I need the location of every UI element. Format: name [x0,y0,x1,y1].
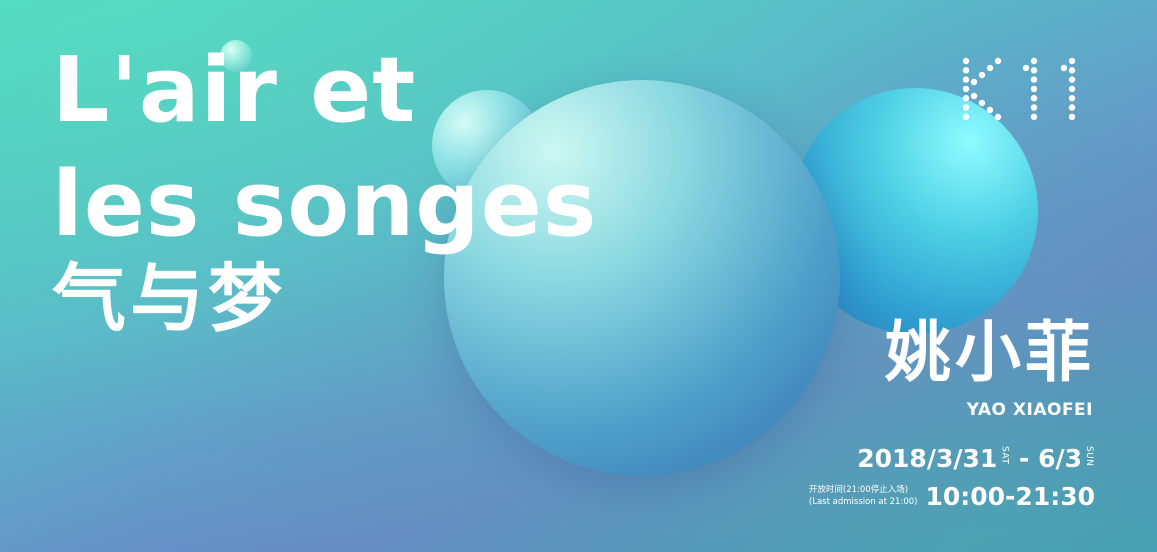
logo-dot [962,76,970,83]
logo-dot [962,104,970,111]
hours-time: 10:00-21:30 [925,482,1095,511]
date-separator: - [1010,444,1039,473]
logo-dot [994,57,1002,65]
start-date: 2018/3/31 [857,444,998,473]
logo-dot [962,95,970,102]
logo-dot [1030,113,1038,120]
logo-dot [1060,64,1068,72]
end-date: 6/3 [1038,444,1082,473]
logo-dot [1068,76,1076,83]
logo-dot [1068,104,1076,111]
logo-dot [970,92,978,100]
title-line-1: L'air et [52,38,417,143]
logo-dot [1030,95,1038,102]
logo-dot [1068,95,1076,102]
logo-dot [962,85,970,93]
start-day: SAT [999,446,1010,465]
logo-dot [962,57,970,65]
large-sphere [444,80,840,476]
logo-dot [1068,67,1076,74]
hours-note: 开放时间(21:00停止入场) (Last admission at 21:00… [809,485,918,508]
logo-dot [1030,76,1038,83]
title-chinese: 气与梦 [52,256,286,342]
logo-dot [1022,64,1030,72]
opening-hours: 开放时间(21:00停止入场) (Last admission at 21:00… [809,484,1095,509]
end-day: SUN [1084,446,1094,467]
artist-name-english: YAO XIAOFEI [966,400,1093,420]
logo-dot [1068,113,1076,120]
logo-dot [978,71,986,79]
logo-dot [962,113,970,120]
logo-dot [1068,57,1076,65]
exhibition-banner: L'air et les songes 气与梦 姚小菲 YAO XIAOFEI … [0,0,1157,552]
logo-dot [970,78,978,86]
k11-logo [962,57,1076,121]
hours-note-en: (Last admission at 21:00) [808,496,918,507]
logo-dot [962,67,970,74]
logo-dot [1030,57,1038,65]
logo-dot [986,64,994,72]
logo-dot [978,99,986,107]
logo-dot [1068,85,1076,93]
artist-name-chinese: 姚小菲 [885,314,1095,391]
hours-note-cn: 开放时间(21:00停止入场) [808,485,909,496]
logo-dot [1030,85,1038,93]
exhibition-dates: 2018/3/31 SAT - 6/3 SUN [857,446,1095,471]
logo-dot [994,113,1002,121]
logo-dot [986,106,994,114]
logo-dot [1030,104,1038,111]
logo-dot [1030,67,1038,74]
title-line-2: les songes [52,152,598,257]
